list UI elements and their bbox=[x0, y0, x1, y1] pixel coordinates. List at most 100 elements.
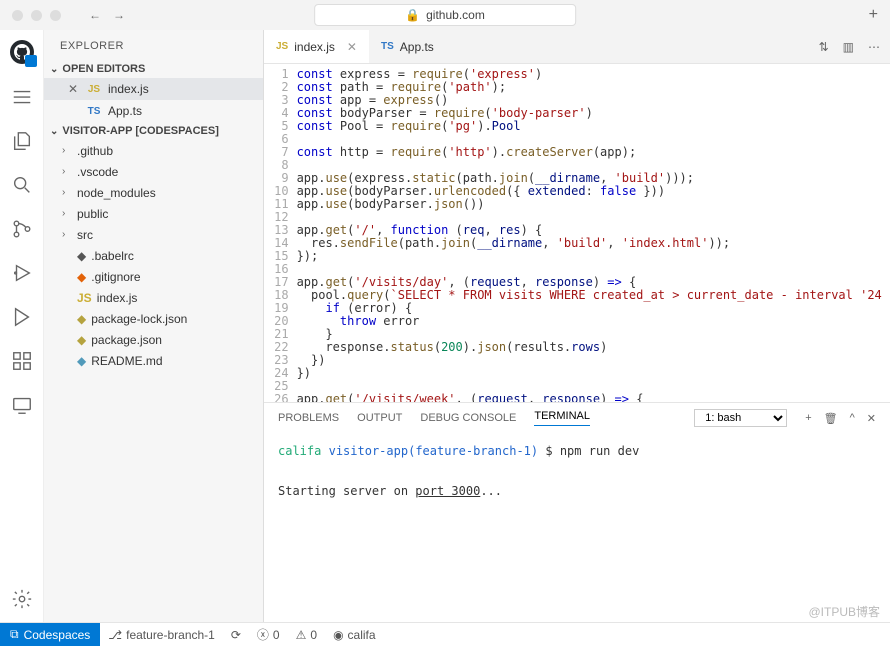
file-icon: ◆ bbox=[77, 333, 86, 347]
new-terminal-icon[interactable]: + bbox=[805, 412, 811, 425]
tree-item[interactable]: ◆ .gitignore bbox=[44, 266, 263, 287]
search-icon[interactable] bbox=[11, 174, 33, 196]
minimize-window-icon[interactable] bbox=[31, 10, 42, 21]
error-icon: ⓧ bbox=[257, 626, 269, 643]
tree-item[interactable]: ◆ .babelrc bbox=[44, 245, 263, 266]
editor-tab[interactable]: TS App.ts bbox=[369, 30, 446, 63]
more-icon[interactable]: ⋯ bbox=[868, 40, 880, 54]
close-icon[interactable]: ✕ bbox=[347, 40, 357, 54]
terminal-body[interactable]: califa visitor-app(feature-branch-1) $ n… bbox=[264, 433, 890, 622]
status-bar: ⧉ Codespaces ⎇ feature-branch-1 ⟳ ⓧ 0 ⚠ … bbox=[0, 622, 890, 646]
branch-indicator[interactable]: ⎇ feature-branch-1 bbox=[100, 628, 223, 642]
code-editor[interactable]: 1234567891011121314151617181920212223242… bbox=[264, 64, 890, 402]
url-bar[interactable]: 🔒 github.com bbox=[314, 4, 576, 26]
open-editors-header[interactable]: ⌄ OPEN EDITORS bbox=[44, 60, 263, 78]
errors-indicator[interactable]: ⓧ 0 bbox=[249, 626, 288, 643]
tab-terminal[interactable]: TERMINAL bbox=[534, 410, 590, 426]
editor-area: JS index.js ✕ TS App.ts ⇅ ▥ ⋯ 12345678910111… bbox=[264, 30, 890, 622]
zoom-window-icon[interactable] bbox=[50, 10, 61, 21]
ts-file-icon: TS bbox=[86, 106, 102, 117]
terminal-shell-select[interactable]: 1: bash bbox=[694, 409, 787, 427]
codespaces-button[interactable]: ⧉ Codespaces bbox=[0, 623, 100, 646]
extensions-icon[interactable] bbox=[11, 350, 33, 372]
js-file-icon: JS bbox=[86, 84, 102, 95]
editor-tabs: JS index.js ✕ TS App.ts ⇅ ▥ ⋯ bbox=[264, 30, 890, 64]
close-window-icon[interactable] bbox=[12, 10, 23, 21]
tree-item[interactable]: › .github bbox=[44, 140, 263, 161]
maximize-panel-icon[interactable]: ^ bbox=[850, 412, 855, 425]
branch-icon: ⎇ bbox=[108, 628, 122, 642]
back-icon[interactable]: ← bbox=[89, 8, 101, 22]
chevron-right-icon: › bbox=[62, 145, 72, 156]
warning-icon: ⚠ bbox=[296, 628, 307, 642]
new-tab-icon[interactable]: + bbox=[869, 6, 878, 24]
js-file-icon: JS bbox=[77, 291, 92, 305]
open-editor-item[interactable]: TS App.ts bbox=[44, 100, 263, 122]
workspace-header[interactable]: ⌄ VISITOR-APP [CODESPACES] bbox=[44, 122, 263, 140]
editor-tab[interactable]: JS index.js ✕ bbox=[264, 30, 369, 63]
explorer-title: EXPLORER bbox=[44, 30, 263, 60]
file-name: .gitignore bbox=[91, 270, 140, 284]
file-icon: ◆ bbox=[77, 270, 86, 284]
file-name: index.js bbox=[108, 82, 149, 96]
sync-icon: ⟳ bbox=[231, 628, 241, 642]
file-icon: ◆ bbox=[77, 354, 86, 368]
forward-icon[interactable]: → bbox=[113, 8, 125, 22]
vscode-badge-icon bbox=[25, 55, 37, 67]
tree-item[interactable]: ◆ package-lock.json bbox=[44, 308, 263, 329]
js-file-icon: JS bbox=[276, 41, 288, 52]
chevron-right-icon: › bbox=[62, 187, 72, 198]
file-name: package.json bbox=[91, 333, 162, 347]
tree-item[interactable]: ›.vscode bbox=[44, 161, 263, 182]
tree-item[interactable]: JS index.js bbox=[44, 287, 263, 308]
tab-label: index.js bbox=[294, 40, 335, 54]
kill-terminal-icon[interactable]: 🗑 bbox=[824, 412, 838, 425]
watermark: @ITPUB博客 bbox=[808, 603, 880, 620]
close-panel-icon[interactable]: ✕ bbox=[867, 412, 876, 425]
tab-output[interactable]: OUTPUT bbox=[357, 412, 402, 424]
browser-titlebar: ← → 🔒 github.com + bbox=[0, 0, 890, 30]
file-name: .github bbox=[77, 144, 113, 158]
explorer-panel: EXPLORER ⌄ OPEN EDITORS ✕ JS index.js TS App… bbox=[44, 30, 264, 622]
github-avatar-icon[interactable] bbox=[10, 40, 34, 64]
gear-icon[interactable] bbox=[11, 588, 33, 610]
file-name: .babelrc bbox=[91, 249, 134, 263]
remote-icon[interactable] bbox=[11, 394, 33, 416]
tab-problems[interactable]: PROBLEMS bbox=[278, 412, 339, 424]
tree-item[interactable]: ›public bbox=[44, 203, 263, 224]
tab-label: App.ts bbox=[400, 40, 434, 54]
file-name: App.ts bbox=[108, 104, 142, 118]
file-icon: ◆ bbox=[77, 249, 86, 263]
file-icon: ◆ bbox=[77, 312, 86, 326]
source-control-icon[interactable] bbox=[11, 218, 33, 240]
split-editor-icon[interactable]: ▥ bbox=[843, 40, 854, 54]
menu-icon[interactable] bbox=[11, 86, 33, 108]
debug-icon[interactable] bbox=[11, 262, 33, 284]
lock-icon: 🔒 bbox=[405, 8, 420, 22]
warnings-indicator[interactable]: ⚠ 0 bbox=[288, 628, 325, 642]
tree-item[interactable]: ◆README.md bbox=[44, 350, 263, 371]
close-icon[interactable]: ✕ bbox=[66, 82, 80, 96]
remote-icon: ⧉ bbox=[10, 627, 19, 642]
tab-debug-console[interactable]: DEBUG CONSOLE bbox=[420, 412, 516, 424]
tree-item[interactable]: ›src bbox=[44, 224, 263, 245]
github-icon: ◉ bbox=[333, 628, 343, 642]
tree-item[interactable]: › node_modules bbox=[44, 182, 263, 203]
window-controls bbox=[12, 10, 61, 21]
file-name: .vscode bbox=[77, 165, 118, 179]
file-name: src bbox=[77, 228, 93, 242]
open-editor-item[interactable]: ✕ JS index.js bbox=[44, 78, 263, 100]
tree-item[interactable]: ◆ package.json bbox=[44, 329, 263, 350]
ts-file-icon: TS bbox=[381, 41, 394, 52]
file-name: package-lock.json bbox=[91, 312, 187, 326]
run-icon[interactable] bbox=[11, 306, 33, 328]
user-indicator[interactable]: ◉ califa bbox=[325, 628, 384, 642]
chevron-down-icon: ⌄ bbox=[50, 126, 58, 137]
url-host: github.com bbox=[426, 8, 485, 22]
compare-icon[interactable]: ⇅ bbox=[819, 40, 829, 54]
file-name: index.js bbox=[97, 291, 138, 305]
file-name: public bbox=[77, 207, 108, 221]
files-icon[interactable] bbox=[11, 130, 33, 152]
sync-button[interactable]: ⟳ bbox=[223, 628, 249, 642]
file-name: node_modules bbox=[77, 186, 156, 200]
